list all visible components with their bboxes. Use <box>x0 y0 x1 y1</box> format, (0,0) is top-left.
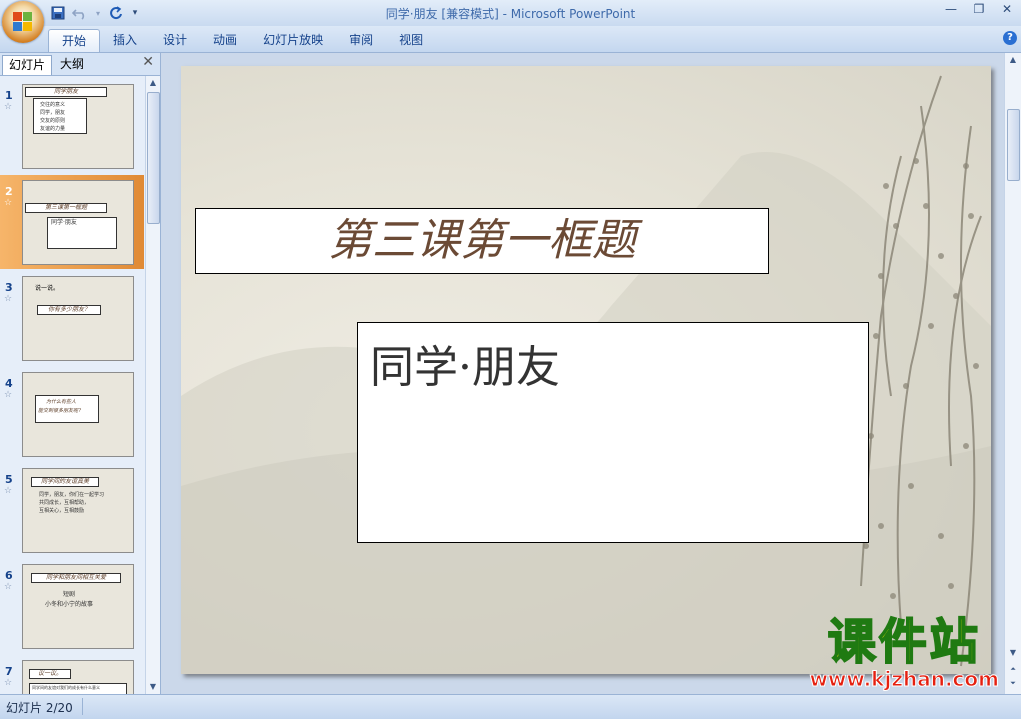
thumb-line: 互相关心，互相鼓励 <box>39 508 85 514</box>
scrollbar-thumb[interactable] <box>1007 109 1020 181</box>
status-bar: 幻灯片 2/20 <box>0 694 1021 719</box>
slide-number: 5 <box>5 473 13 486</box>
tab-review[interactable]: 审阅 <box>336 29 386 51</box>
window-title: 同学·朋友 [兼容模式] - Microsoft PowerPoint <box>385 7 636 21</box>
watermark-text: 课件站 <box>827 614 981 670</box>
close-button[interactable]: ✕ <box>993 0 1021 20</box>
scroll-down-arrow-icon[interactable]: ▼ <box>147 680 159 694</box>
panel-close-icon[interactable]: ✕ <box>142 54 154 70</box>
thumb-line: 短剧 <box>63 591 76 598</box>
watermark-url: www.kjzhan.com <box>809 667 1000 691</box>
thumb-body-box: 交往的意义 同学，朋友 交友的原则 友谊的力量 <box>33 98 87 134</box>
transition-star-icon: ☆ <box>4 582 13 592</box>
thumb-line: 小冬和小宁的故事 <box>45 601 94 608</box>
slide-preview: 同学朋友 交往的意义 同学，朋友 交友的原则 友谊的力量 <box>22 84 134 169</box>
slide-preview: 第三课第一框题 同学·朋友 <box>22 180 134 265</box>
slide-preview: 为什么有些人 能交到很多朋友呢？ <box>22 372 134 457</box>
slide-number: 1 <box>5 89 13 102</box>
minimize-button[interactable]: — <box>937 0 965 20</box>
tab-home[interactable]: 开始 <box>48 29 101 52</box>
thumb-line: 同学·朋友 <box>51 219 77 226</box>
slide-preview: 同学和朋友间相互关爱 短剧 小冬和小宁的故事 <box>22 564 134 649</box>
thumb-title: 同学和朋友间相互关爱 <box>31 573 121 583</box>
transition-star-icon: ☆ <box>4 294 13 304</box>
thumb-title: 同学朋友 <box>25 87 107 97</box>
transition-star-icon: ☆ <box>4 678 13 688</box>
tab-view[interactable]: 视图 <box>386 29 436 51</box>
slide-number: 2 <box>5 185 13 198</box>
slide-indicator: 幻灯片 2/20 <box>6 701 73 715</box>
tab-insert[interactable]: 插入 <box>100 29 150 51</box>
transition-star-icon: ☆ <box>4 486 13 496</box>
tab-design[interactable]: 设计 <box>150 29 200 51</box>
thumb-line: 同学，朋友 <box>40 110 66 116</box>
slide-body-placeholder[interactable]: 同学·朋友 <box>357 322 869 543</box>
thumb-line: 友谊的力量 <box>40 126 66 132</box>
slide-number: 6 <box>5 569 13 582</box>
slide-title-placeholder[interactable]: 第三课第一框题 <box>195 208 769 274</box>
window-controls: — ❐ ✕ <box>937 0 1021 20</box>
scroll-down-arrow-icon[interactable]: ▼ <box>1007 646 1019 660</box>
slide-number: 3 <box>5 281 13 294</box>
slides-panel: 幻灯片 大纲 ✕ 1 ☆ 同学朋友 交往的意义 同学，朋友 交友的原则 友谊的力… <box>0 53 161 694</box>
thumb-title: 说一说。 <box>35 285 60 292</box>
scroll-up-arrow-icon[interactable]: ▲ <box>147 76 159 90</box>
slide-thumbnail-6[interactable]: 6 ☆ 同学和朋友间相互关爱 短剧 小冬和小宁的故事 <box>0 559 144 653</box>
current-slide[interactable]: 第三课第一框题 同学·朋友 <box>181 66 991 674</box>
slide-number: 4 <box>5 377 13 390</box>
slide-preview: 同学间的友谊真美 同学，朋友，你们在一起学习 共同成长，互相帮助， 互相关心，互… <box>22 468 134 553</box>
slide-number: 7 <box>5 665 13 678</box>
thumb-title: 第三课第一框题 <box>25 203 107 213</box>
title-bar: ▾ ▾ 同学·朋友 [兼容模式] - Microsoft PowerPoint … <box>0 0 1021 43</box>
slide-preview: 说一说。 你有多少朋友？ <box>22 276 134 361</box>
tab-outline[interactable]: 大纲 <box>54 55 90 74</box>
slide-thumbnail-4[interactable]: 4 ☆ 为什么有些人 能交到很多朋友呢？ <box>0 367 144 461</box>
panel-tabs: 幻灯片 大纲 ✕ <box>0 53 160 76</box>
slide-thumbnail-1[interactable]: 1 ☆ 同学朋友 交往的意义 同学，朋友 交友的原则 友谊的力量 <box>0 79 144 173</box>
tab-slideshow[interactable]: 幻灯片放映 <box>250 29 336 51</box>
thumb-body-box: 同学·朋友 <box>47 217 117 249</box>
slide-thumbnail-2[interactable]: 2 ☆ 第三课第一框题 同学·朋友 <box>0 175 144 269</box>
slide-thumbnail-5[interactable]: 5 ☆ 同学间的友谊真美 同学，朋友，你们在一起学习 共同成长，互相帮助， 互相… <box>0 463 144 557</box>
office-logo-icon <box>13 12 33 32</box>
slide-editing-area: 第三课第一框题 同学·朋友 <box>161 53 1005 694</box>
tab-slides[interactable]: 幻灯片 <box>2 55 53 75</box>
office-button[interactable] <box>2 1 44 43</box>
slide-body-text: 同学·朋友 <box>370 342 560 393</box>
thumb-title: 议一议。 <box>29 669 71 679</box>
tab-animations[interactable]: 动画 <box>200 29 250 51</box>
thumb-line: 同学，朋友，你们在一起学习 <box>39 492 105 498</box>
thumb-title: 同学间的友谊真美 <box>31 477 99 487</box>
next-slide-icon[interactable]: ⏷ <box>1007 676 1019 690</box>
previous-slide-icon[interactable]: ⏶ <box>1007 662 1019 676</box>
ribbon-tabs: 开始 插入 设计 动画 幻灯片放映 审阅 视图 <box>48 29 436 52</box>
watermark-logo: 课件站 www.kjzhan.com <box>809 614 1000 691</box>
slide-thumbnail-3[interactable]: 3 ☆ 说一说。 你有多少朋友？ <box>0 271 144 365</box>
slide-thumbnails: 1 ☆ 同学朋友 交往的意义 同学，朋友 交友的原则 友谊的力量 2 ☆ 第三课… <box>0 76 144 694</box>
restore-button[interactable]: ❐ <box>965 0 993 20</box>
help-icon[interactable]: ? <box>1003 31 1017 45</box>
thumb-line: 交友的原则 <box>40 118 66 124</box>
thumb-body-box: 为什么有些人 能交到很多朋友呢？ <box>35 395 99 423</box>
thumb-body-box: 同学间的友谊对我们的成长有什么意义 <box>29 683 127 694</box>
transition-star-icon: ☆ <box>4 198 13 208</box>
thumb-title: 为什么有些人 <box>46 399 77 405</box>
slide-preview: 议一议。 同学间的友谊对我们的成长有什么意义 <box>22 660 134 694</box>
scrollbar-thumb[interactable] <box>147 92 160 224</box>
transition-star-icon: ☆ <box>4 102 13 112</box>
status-divider <box>82 698 83 715</box>
panel-scrollbar[interactable]: ▲ ▼ <box>145 76 160 694</box>
slide-thumbnail-7[interactable]: 7 ☆ 议一议。 同学间的友谊对我们的成长有什么意义 <box>0 655 144 694</box>
transition-star-icon: ☆ <box>4 390 13 400</box>
thumb-line: 能交到很多朋友呢？ <box>38 408 84 414</box>
ribbon: 开始 插入 设计 动画 幻灯片放映 审阅 视图 ? <box>0 26 1021 53</box>
scroll-up-arrow-icon[interactable]: ▲ <box>1007 53 1019 67</box>
thumb-line: 同学间的友谊对我们的成长有什么意义 <box>32 685 100 690</box>
thumb-line: 你有多少朋友？ <box>37 305 101 315</box>
slide-scrollbar[interactable]: ▲ ▼ ⏶ ⏷ <box>1004 53 1021 694</box>
thumb-line: 共同成长，互相帮助， <box>39 500 90 506</box>
thumb-line: 交往的意义 <box>40 102 66 108</box>
